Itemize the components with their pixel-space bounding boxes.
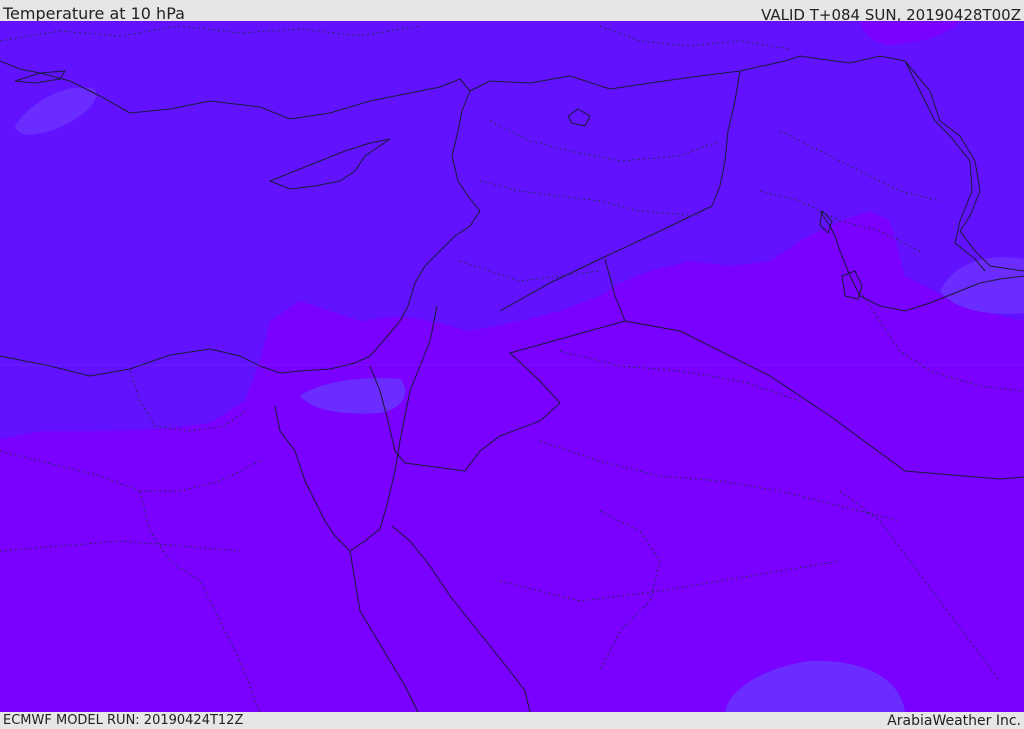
- footer-bar: ECMWF MODEL RUN: 20190424T12Z ArabiaWeat…: [0, 712, 1024, 729]
- model-run-label: ECMWF MODEL RUN: 20190424T12Z: [3, 713, 244, 728]
- credit-label: ArabiaWeather Inc.: [887, 713, 1021, 729]
- temperature-map[interactable]: [0, 21, 1024, 712]
- map-canvas: [0, 21, 1024, 712]
- weather-map-frame: Temperature at 10 hPa VALID T+084 SUN, 2…: [0, 0, 1024, 729]
- header-bar: Temperature at 10 hPa VALID T+084 SUN, 2…: [0, 0, 1024, 24]
